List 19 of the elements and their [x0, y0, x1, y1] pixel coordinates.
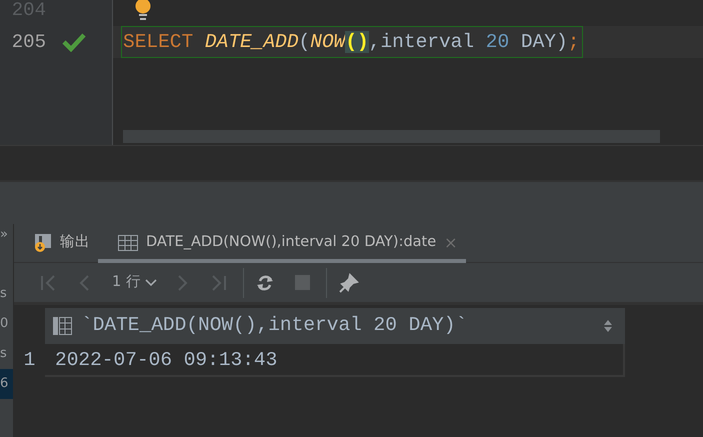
caret-icon	[144, 278, 157, 286]
console-icon	[34, 233, 52, 253]
row-number: 1	[22, 348, 36, 373]
list-item[interactable]: s	[0, 279, 13, 309]
horizontal-scrollbar[interactable]	[123, 130, 660, 143]
table-cell: 2022-07-06 09:13:43	[45, 344, 625, 377]
tab[interactable]: DATE_ADD(NOW(),interval 20 DAY):date ×	[98, 227, 466, 263]
expand-toggle[interactable]: »	[0, 224, 13, 246]
page-size-dropdown[interactable]: 1 行	[104, 268, 165, 298]
table-icon	[53, 317, 73, 335]
column-header[interactable]: `DATE_ADD(NOW(),interval 20 DAY)`	[45, 308, 625, 344]
pin-icon[interactable]	[339, 272, 360, 292]
line-number: 205	[10, 30, 46, 55]
list-item[interactable]: s	[0, 339, 13, 369]
list-item[interactable]: 0	[0, 309, 13, 339]
tab[interactable]: 输出	[14, 227, 98, 263]
list-item[interactable]: 6	[0, 369, 13, 399]
table-icon	[118, 235, 138, 251]
sort-icon[interactable]	[603, 319, 613, 333]
